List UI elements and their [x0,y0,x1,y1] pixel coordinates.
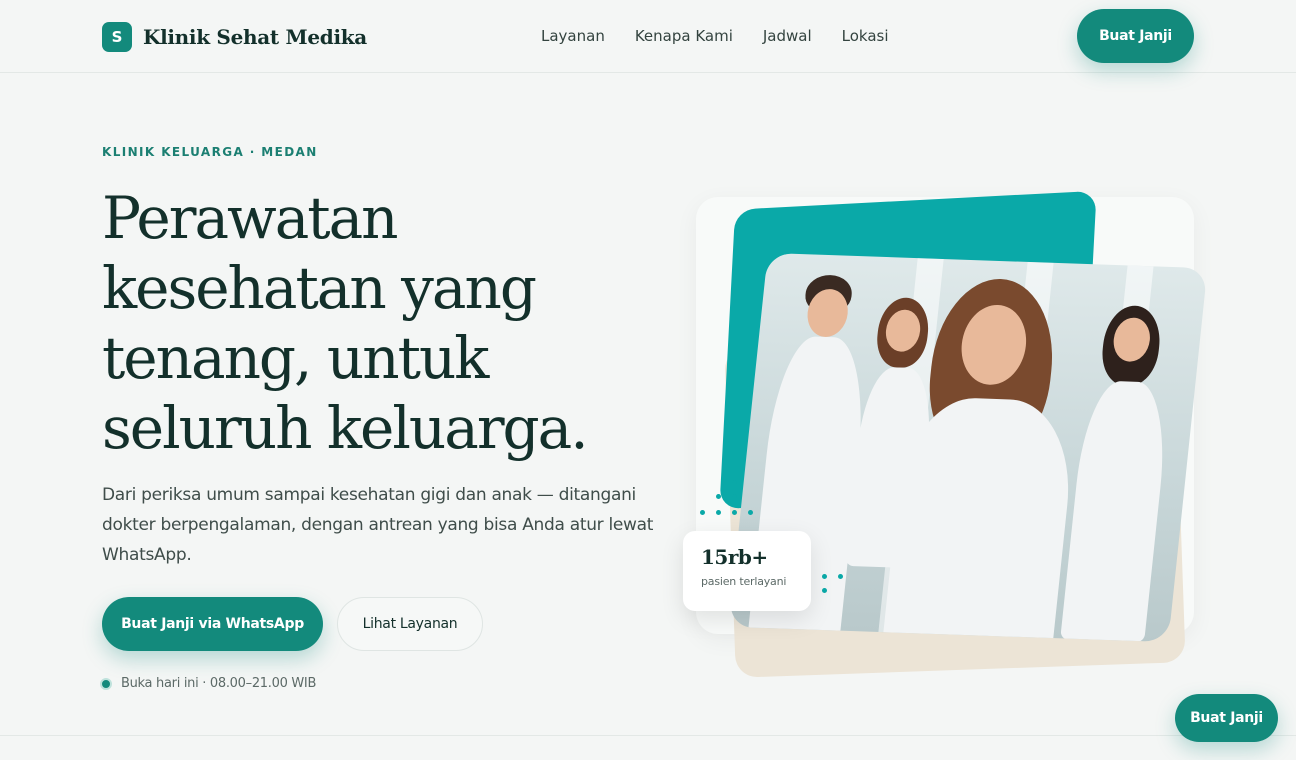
opening-hours: Buka hari ini · 08.00–21.00 WIB [100,676,316,691]
opening-hours-text: Buka hari ini · 08.00–21.00 WIB [121,676,317,691]
brand-logo[interactable]: S Klinik Sehat Medika [102,22,367,52]
stat-label: pasien terlayani [701,575,787,588]
view-services-button[interactable]: Lihat Layanan [337,597,483,651]
nav-link-kenapa-kami[interactable]: Kenapa Kami [635,27,733,45]
patients-stat-card: 15rb+ pasien terlayani [683,531,811,611]
nav-link-jadwal[interactable]: Jadwal [763,27,812,45]
stat-value: 15rb+ [701,545,768,569]
nav-link-layanan[interactable]: Layanan [541,27,605,45]
section-divider [0,735,1296,736]
hero-description: Dari periksa umum sampai kesehatan gigi … [102,485,654,565]
site-header: S Klinik Sehat Medika Layanan Kenapa Kam… [0,0,1296,73]
header-appointment-button[interactable]: Buat Janji [1077,9,1194,63]
whatsapp-appointment-button[interactable]: Buat Janji via WhatsApp [102,597,323,651]
hero-title: Perawatan kesehatan yang tenang, untuk s… [102,184,589,462]
nav-link-lokasi[interactable]: Lokasi [842,27,889,45]
floating-appointment-button[interactable]: Buat Janji [1175,694,1278,742]
brand-name: Klinik Sehat Medika [143,25,367,49]
hero-visual: 15rb+ pasien terlayani [683,190,1210,690]
status-dot-icon [100,677,112,690]
main-nav: Layanan Kenapa Kami Jadwal Lokasi [541,27,889,45]
logo-mark-icon: S [102,22,132,52]
hero-eyebrow: KLINIK KELUARGA · MEDAN [102,145,318,159]
